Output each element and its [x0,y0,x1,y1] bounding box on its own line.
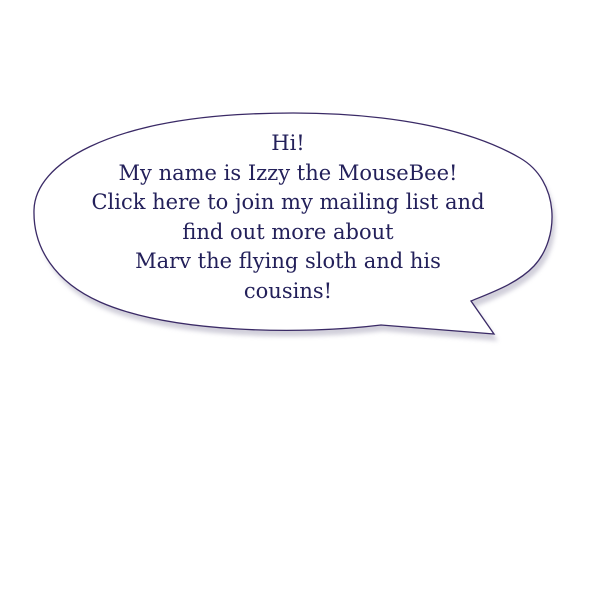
page-canvas: Hi! My name is Izzy the MouseBee! Click … [0,0,600,600]
mailing-list-link[interactable] [70,127,506,313]
